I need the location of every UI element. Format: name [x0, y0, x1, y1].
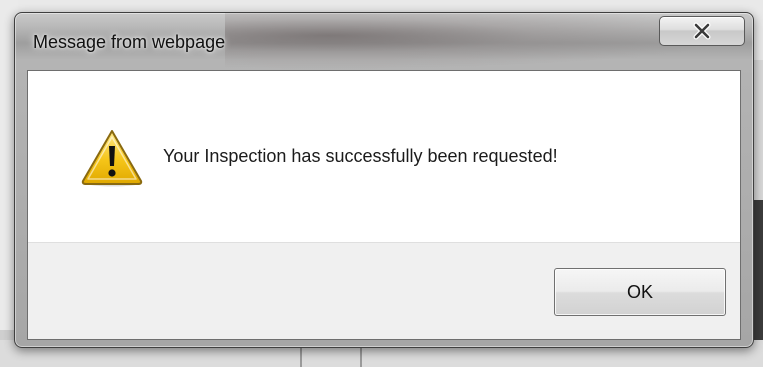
dialog-title: Message from webpage — [33, 32, 226, 52]
ok-button[interactable]: OK — [554, 268, 726, 316]
close-icon — [693, 22, 711, 40]
close-button[interactable] — [659, 16, 745, 46]
message-area: Your Inspection has successfully been re… — [28, 71, 740, 242]
message-text: Your Inspection has successfully been re… — [163, 146, 558, 166]
message-dialog: Message from webpage Your Inspection has… — [14, 12, 754, 348]
dialog-titlebar[interactable]: Message from webpage — [15, 13, 753, 69]
warning-icon — [81, 130, 143, 187]
dialog-client-area: Your Inspection has successfully been re… — [27, 70, 741, 340]
button-bar: OK — [28, 242, 740, 339]
